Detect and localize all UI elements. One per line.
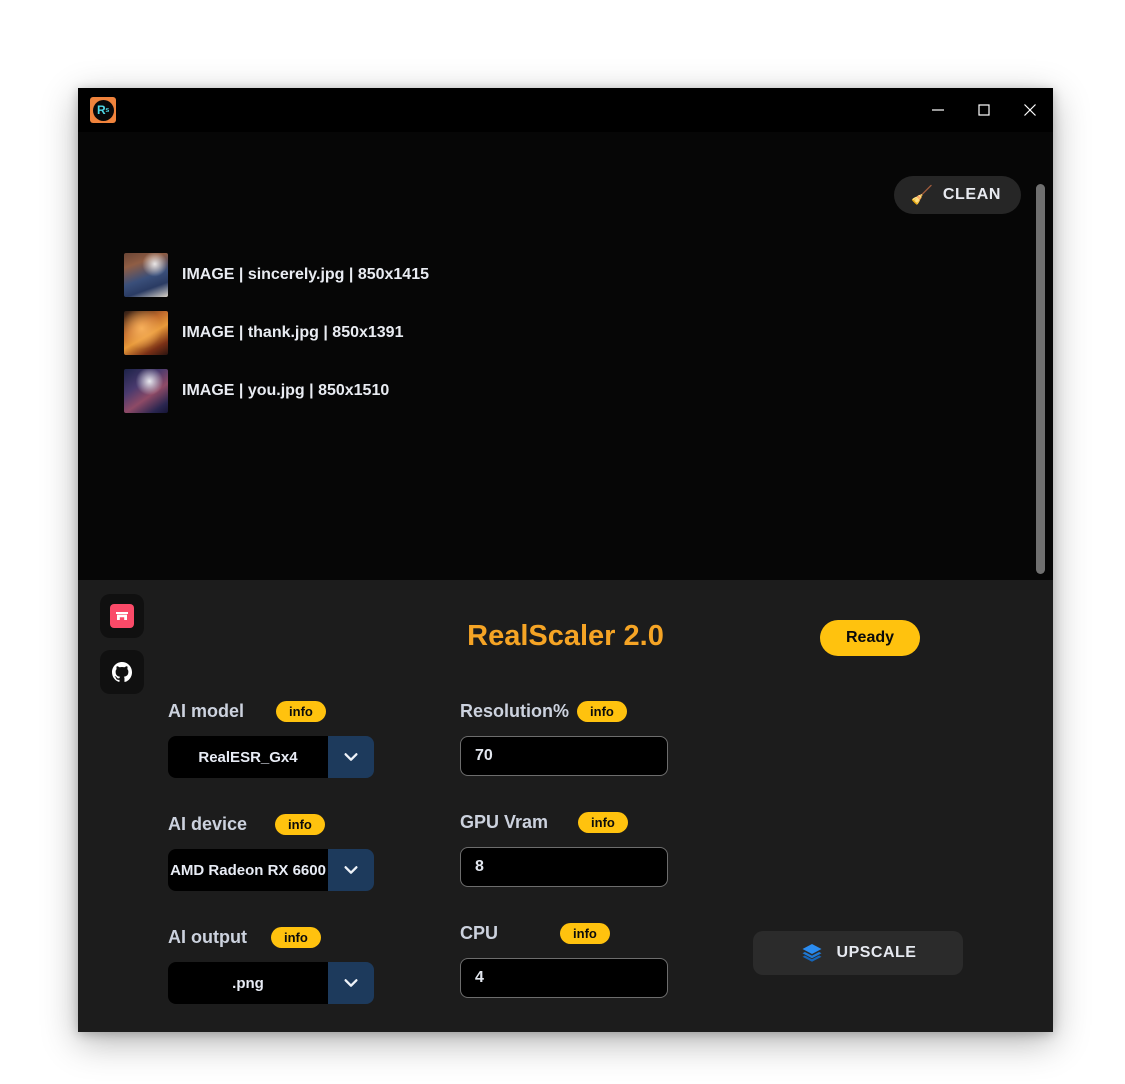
ai-output-value: .png bbox=[168, 962, 328, 1004]
ai-model-value: RealESR_Gx4 bbox=[168, 736, 328, 778]
status-badge: Ready bbox=[820, 620, 920, 656]
field-resolution: Resolution% info bbox=[460, 698, 720, 776]
cpu-input[interactable] bbox=[460, 958, 668, 998]
title-bar: Rs bbox=[78, 88, 1053, 132]
field-cpu: CPU info bbox=[460, 920, 720, 998]
minimize-button[interactable] bbox=[915, 88, 961, 132]
file-thumbnail bbox=[124, 369, 168, 413]
clean-button[interactable]: 🧹 CLEAN bbox=[894, 176, 1021, 214]
itch-io-icon bbox=[110, 604, 134, 628]
gpu-vram-info-button[interactable]: info bbox=[578, 811, 628, 833]
layers-icon bbox=[802, 944, 822, 962]
resolution-label: Resolution% bbox=[460, 700, 570, 721]
close-button[interactable] bbox=[1007, 88, 1053, 132]
app-icon-glyph: Rs bbox=[92, 99, 114, 121]
settings-column-right: Resolution% info GPU Vram info bbox=[460, 698, 720, 998]
scrollbar-thumb[interactable] bbox=[1036, 184, 1045, 574]
minimize-icon bbox=[932, 109, 944, 111]
itch-io-link[interactable] bbox=[100, 594, 144, 638]
file-label: IMAGE | you.jpg | 850x1510 bbox=[182, 382, 390, 399]
github-link[interactable] bbox=[100, 650, 144, 694]
chevron-down-icon[interactable] bbox=[328, 736, 374, 778]
ai-output-label: AI output bbox=[168, 926, 247, 947]
clean-button-label: CLEAN bbox=[942, 186, 1001, 203]
ai-device-value: AMD Radeon RX 6600 bbox=[168, 849, 328, 891]
app-icon-subletter: s bbox=[105, 106, 109, 114]
resolution-info-button[interactable]: info bbox=[577, 700, 627, 722]
chevron-down-icon[interactable] bbox=[328, 849, 374, 891]
cpu-info-button[interactable]: info bbox=[560, 922, 610, 944]
github-icon bbox=[112, 662, 133, 682]
maximize-button[interactable] bbox=[961, 88, 1007, 132]
ai-model-info-button[interactable]: info bbox=[276, 700, 326, 722]
file-label: IMAGE | thank.jpg | 850x1391 bbox=[182, 324, 404, 341]
field-ai-device: AI device info AMD Radeon RX 6600 bbox=[168, 811, 428, 891]
field-header: GPU Vram info bbox=[460, 809, 720, 835]
ai-model-dropdown[interactable]: RealESR_Gx4 bbox=[168, 736, 374, 778]
field-header: AI model info bbox=[168, 698, 428, 724]
scrollbar[interactable] bbox=[1036, 184, 1045, 574]
field-header: Resolution% info bbox=[460, 698, 720, 724]
broom-icon: 🧹 bbox=[910, 185, 933, 205]
ai-device-dropdown[interactable]: AMD Radeon RX 6600 bbox=[168, 849, 374, 891]
file-list: IMAGE | sincerely.jpg | 850x1415 IMAGE |… bbox=[124, 252, 1013, 426]
field-header: AI device info bbox=[168, 811, 428, 837]
file-thumbnail bbox=[124, 311, 168, 355]
app-icon-letter: R bbox=[97, 103, 106, 117]
cpu-label: CPU bbox=[460, 922, 499, 943]
file-thumbnail bbox=[124, 253, 168, 297]
list-item[interactable]: IMAGE | you.jpg | 850x1510 bbox=[124, 368, 1013, 414]
list-item[interactable]: IMAGE | sincerely.jpg | 850x1415 bbox=[124, 252, 1013, 298]
realscaler-window: Rs 🧹 CLEAN IMAGE | sincerely.jpg | 850x1… bbox=[78, 88, 1053, 1032]
resolution-input[interactable] bbox=[460, 736, 668, 776]
field-header: AI output info bbox=[168, 924, 428, 950]
app-icon: Rs bbox=[90, 97, 116, 123]
close-icon bbox=[1024, 104, 1036, 116]
ai-device-label: AI device bbox=[168, 813, 248, 834]
file-list-area: 🧹 CLEAN IMAGE | sincerely.jpg | 850x1415… bbox=[78, 132, 1053, 580]
field-gpu-vram: GPU Vram info bbox=[460, 809, 720, 887]
settings-column-left: AI model info RealESR_Gx4 AI device info… bbox=[168, 698, 428, 1004]
ai-output-dropdown[interactable]: .png bbox=[168, 962, 374, 1004]
page-root: Rs 🧹 CLEAN IMAGE | sincerely.jpg | 850x1… bbox=[0, 0, 1125, 1084]
upscale-button[interactable]: UPSCALE bbox=[753, 931, 963, 975]
upscale-button-label: UPSCALE bbox=[836, 944, 917, 961]
chevron-down-icon[interactable] bbox=[328, 962, 374, 1004]
maximize-icon bbox=[978, 104, 990, 116]
gpu-vram-input[interactable] bbox=[460, 847, 668, 887]
side-links bbox=[100, 594, 144, 694]
ai-device-info-button[interactable]: info bbox=[275, 813, 325, 835]
field-header: CPU info bbox=[460, 920, 720, 946]
list-item[interactable]: IMAGE | thank.jpg | 850x1391 bbox=[124, 310, 1013, 356]
window-controls bbox=[915, 88, 1053, 132]
settings-panel: RealScaler 2.0 Ready AI model info RealE… bbox=[78, 580, 1053, 1032]
ai-model-label: AI model bbox=[168, 700, 245, 721]
itch-io-glyph bbox=[116, 612, 128, 620]
file-label: IMAGE | sincerely.jpg | 850x1415 bbox=[182, 266, 429, 283]
ai-output-info-button[interactable]: info bbox=[270, 926, 321, 948]
field-ai-model: AI model info RealESR_Gx4 bbox=[168, 698, 428, 778]
field-ai-output: AI output info .png bbox=[168, 924, 428, 1004]
gpu-vram-label: GPU Vram bbox=[460, 811, 549, 832]
